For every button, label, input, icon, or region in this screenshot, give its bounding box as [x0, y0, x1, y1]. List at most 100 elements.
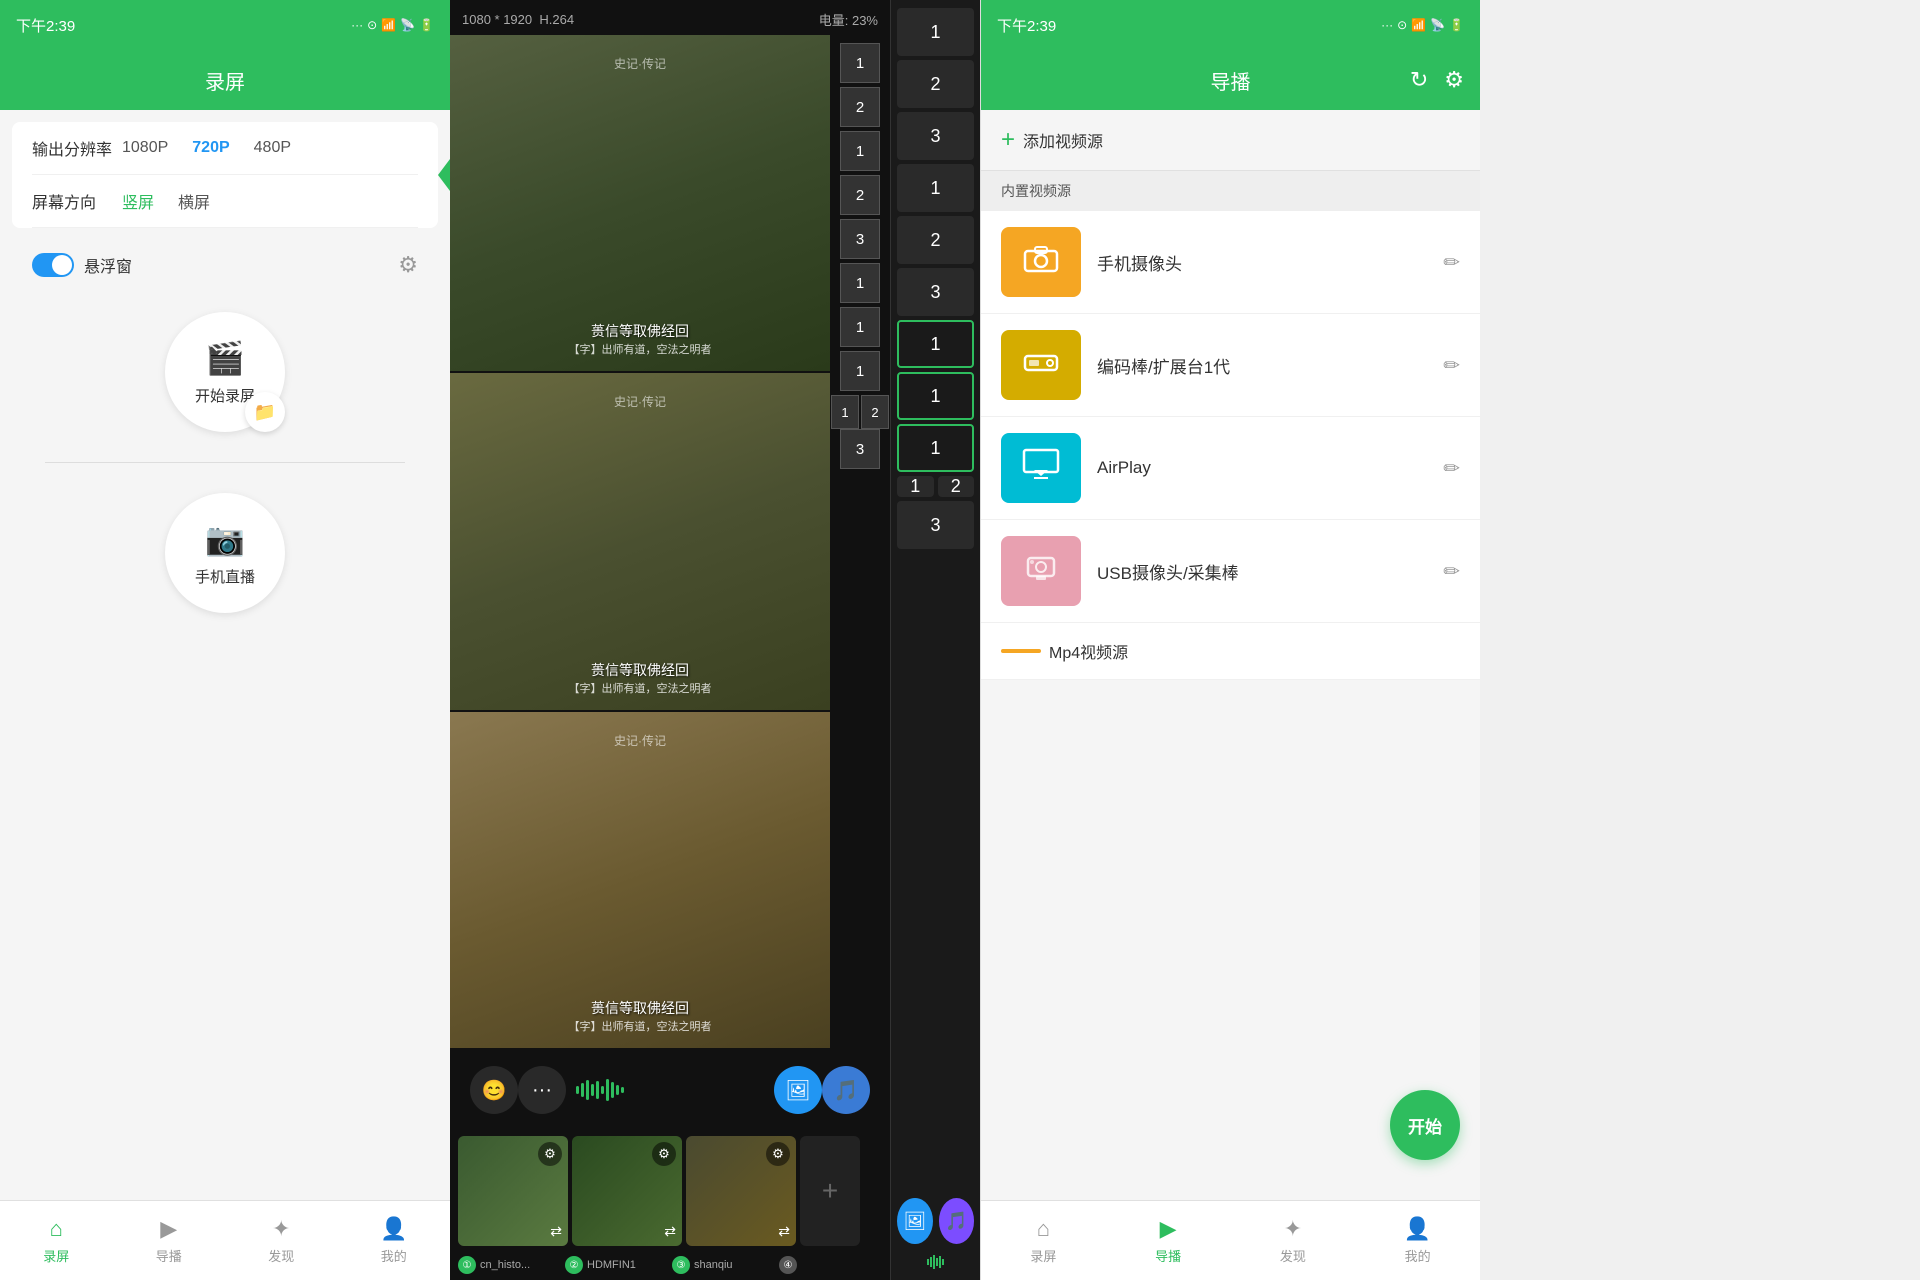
phone-live-button[interactable]: 📷 手机直播: [165, 493, 285, 613]
toolbar-num-1[interactable]: 1: [840, 43, 880, 83]
status-icons-1: ··· ⊙ 📶 📡 🔋: [351, 18, 434, 32]
res-720p[interactable]: 720P: [192, 139, 229, 157]
source-item-usb[interactable]: USB摄像头/采集棒: [981, 520, 1480, 623]
battery-icon-4: 🔋: [1449, 18, 1464, 32]
matrix-5[interactable]: 2: [897, 216, 974, 264]
edit-encoder[interactable]: [1443, 353, 1460, 378]
float-switch[interactable]: [32, 253, 74, 277]
thumb-label-1: ① cn_histo...: [458, 1256, 561, 1274]
nav-mine-label-1: 我的: [381, 1246, 407, 1265]
mp4-section: Mp4视频源: [981, 623, 1480, 680]
thumb-gear-2[interactable]: ⚙: [652, 1142, 676, 1166]
matrix-pair-2[interactable]: 2: [938, 476, 975, 497]
edit-usb[interactable]: [1443, 559, 1460, 584]
orient-landscape[interactable]: 横屏: [178, 189, 210, 213]
nav-faxian-4[interactable]: ✦ 发现: [1231, 1216, 1356, 1265]
matrix-6[interactable]: 3: [897, 268, 974, 316]
face-btn[interactable]: 😊: [470, 1066, 518, 1114]
add-source-btn[interactable]: + 添加视频源: [981, 110, 1480, 171]
nav-mine-1[interactable]: 👤 我的: [338, 1216, 451, 1265]
thumb-gear-1[interactable]: ⚙: [538, 1142, 562, 1166]
source-name-camera: 手机摄像头: [1097, 250, 1443, 275]
toolbar-num-3[interactable]: 1: [840, 131, 880, 171]
nav-faxian-label-1: 发现: [268, 1246, 294, 1265]
edit-airplay[interactable]: [1443, 456, 1460, 481]
resolution-options[interactable]: 1080P 720P 480P: [122, 139, 291, 157]
video-stack: 史记·传记 蒉信等取佛经回 【字】出师有道，空法之明者 史记·传记 蒉信等取佛经…: [450, 35, 830, 1050]
res-1080p[interactable]: 1080P: [122, 139, 168, 157]
encoder-thumb-icon: [1023, 347, 1059, 384]
start-label: 开始: [1408, 1113, 1442, 1138]
toolbar-num-6[interactable]: 1: [840, 263, 880, 303]
thumb-3[interactable]: ⚙ ⇄: [686, 1136, 796, 1246]
nav-daobo-1[interactable]: ▶ 导播: [113, 1216, 226, 1265]
nav-discover-icon-4: ✦: [1284, 1216, 1302, 1242]
matrix-audio-icon: 🎵: [945, 1211, 967, 1232]
folder-icon: 📁: [254, 402, 276, 423]
toolbar-num-7[interactable]: 1: [840, 307, 880, 347]
nav-faxian-1[interactable]: ✦ 发现: [225, 1216, 338, 1265]
nav-luping[interactable]: ⌂ 录屏: [0, 1216, 113, 1265]
matrix-4[interactable]: 1: [897, 164, 974, 212]
thumb-label-4: ④: [779, 1256, 882, 1274]
refresh-icon[interactable]: [1410, 67, 1428, 93]
matrix-audio-wave: [897, 1252, 974, 1272]
nav-daobo-4[interactable]: ▶ 导播: [1106, 1216, 1231, 1265]
thumb-gear-3[interactable]: ⚙: [766, 1142, 790, 1166]
matrix-1[interactable]: 1: [897, 8, 974, 56]
thumb-2[interactable]: ⚙ ⇄: [572, 1136, 682, 1246]
float-settings-icon[interactable]: [398, 252, 418, 278]
source-name-usb: USB摄像头/采集棒: [1097, 559, 1443, 584]
more-btn[interactable]: ···: [518, 1066, 566, 1114]
audio-btn[interactable]: 🎵: [822, 1066, 870, 1114]
toolbar-num-pair-2[interactable]: 2: [861, 395, 889, 429]
thumbnail-strip: ⚙ ⇄ ⚙ ⇄ ⚙ ⇄ + ① cn_histo... ② HDMFIN1: [450, 1130, 890, 1280]
matrix-gallery-btn[interactable]: 🖼: [897, 1198, 933, 1244]
wifi-icon: 📡: [400, 18, 415, 32]
nav-home-icon-4: ⌂: [1037, 1216, 1050, 1242]
res-480p[interactable]: 480P: [254, 139, 291, 157]
gallery-btn[interactable]: 🖼: [774, 1066, 822, 1114]
matrix-7-active[interactable]: 1: [897, 320, 974, 368]
thumb-add[interactable]: +: [800, 1136, 860, 1246]
nav-luping-4[interactable]: ⌂ 录屏: [981, 1216, 1106, 1265]
thumb-label-2: ② HDMFIN1: [565, 1256, 668, 1274]
start-button[interactable]: 开始: [1390, 1090, 1460, 1160]
nav-daobo-label-4: 导播: [1155, 1246, 1181, 1265]
segment-logo-3: 史记·传记: [614, 732, 666, 749]
status-bar-4: 下午2:39 ··· ⊙ 📶 📡 🔋: [981, 0, 1480, 50]
toolbar-num-pair-1[interactable]: 1: [831, 395, 859, 429]
orient-portrait[interactable]: 竖屏: [122, 189, 154, 213]
thumb-row: ⚙ ⇄ ⚙ ⇄ ⚙ ⇄ +: [450, 1130, 890, 1256]
thumb-arrows-1: ⇄: [550, 1223, 562, 1240]
toolbar-num-2[interactable]: 2: [840, 87, 880, 127]
start-record-button[interactable]: 🎬 开始录屏 📁: [165, 312, 285, 432]
gallery-icon: 🖼: [785, 1078, 810, 1103]
toolbar-num-4[interactable]: 2: [840, 175, 880, 215]
matrix-2[interactable]: 2: [897, 60, 974, 108]
matrix-3[interactable]: 3: [897, 112, 974, 160]
orientation-options[interactable]: 竖屏 横屏: [122, 189, 210, 213]
thumb-1[interactable]: ⚙ ⇄: [458, 1136, 568, 1246]
video-toolbar: 1 2 1 2 3 1 1 1 1 2 3: [830, 35, 890, 1050]
source-item-airplay[interactable]: AirPlay: [981, 417, 1480, 520]
matrix-8-active[interactable]: 1: [897, 372, 974, 420]
matrix-last[interactable]: 3: [897, 501, 974, 549]
source-item-camera[interactable]: 手机摄像头: [981, 211, 1480, 314]
matrix-9-active[interactable]: 1: [897, 424, 974, 472]
nav-person-icon-1: 👤: [380, 1216, 407, 1242]
settings-icon[interactable]: [1444, 67, 1464, 93]
toolbar-num-8[interactable]: 1: [840, 351, 880, 391]
matrix-pair-1[interactable]: 1: [897, 476, 934, 497]
source-item-encoder[interactable]: 编码棒/扩展台1代: [981, 314, 1480, 417]
segment-logo-2: 史记·传记: [614, 393, 666, 410]
mp4-bar-indicator: [1001, 649, 1041, 653]
toolbar-num-5[interactable]: 3: [840, 219, 880, 259]
panel-matrix: 1 2 3 1 2 3 1 1 1 1 2 3 🖼 🎵: [890, 0, 980, 1280]
matrix-audio-btn[interactable]: 🎵: [939, 1198, 975, 1244]
toolbar-num-9[interactable]: 3: [840, 429, 880, 469]
nav-mine-4[interactable]: 👤 我的: [1355, 1216, 1480, 1265]
edit-camera[interactable]: [1443, 250, 1460, 275]
thumb-badge-3: ③: [672, 1256, 690, 1274]
float-toggle[interactable]: 悬浮窗: [32, 253, 132, 277]
